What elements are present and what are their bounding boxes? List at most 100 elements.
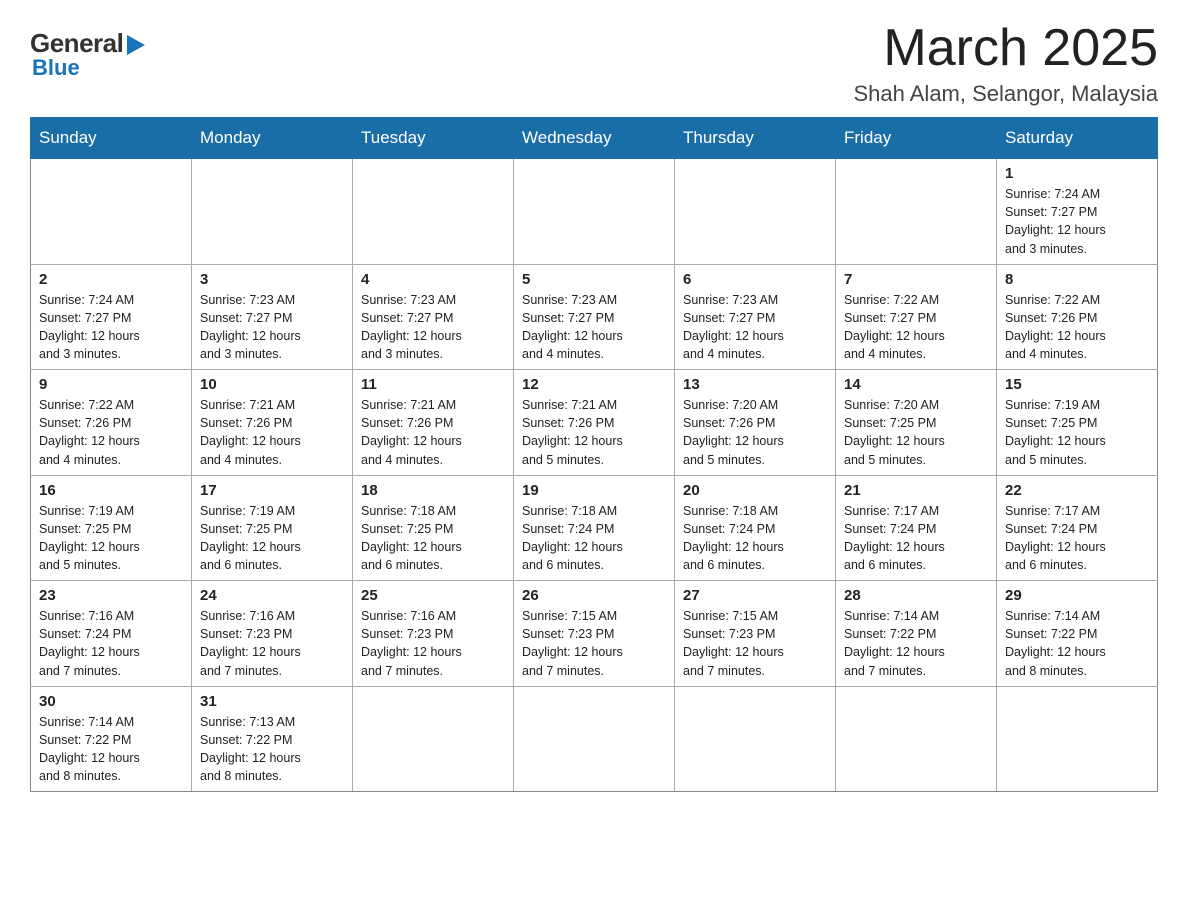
calendar-week-row: 9 Sunrise: 7:22 AMSunset: 7:26 PMDaylight… (31, 370, 1158, 476)
day-info: Sunrise: 7:20 AMSunset: 7:25 PMDaylight:… (844, 396, 988, 469)
day-info: Sunrise: 7:16 AMSunset: 7:23 PMDaylight:… (361, 607, 505, 680)
day-info: Sunrise: 7:21 AMSunset: 7:26 PMDaylight:… (522, 396, 666, 469)
calendar-cell: 18Sunrise: 7:18 AMSunset: 7:25 PMDayligh… (353, 475, 514, 581)
day-number: 24 (200, 587, 344, 604)
day-info: Sunrise: 7:16 AMSunset: 7:23 PMDaylight:… (200, 607, 344, 680)
day-number: 12 (522, 376, 666, 393)
calendar-cell: 9 Sunrise: 7:22 AMSunset: 7:26 PMDaylight… (31, 370, 192, 476)
day-info: Sunrise: 7:18 AMSunset: 7:25 PMDaylight:… (361, 502, 505, 575)
location-subtitle: Shah Alam, Selangor, Malaysia (853, 81, 1158, 107)
calendar-cell (353, 686, 514, 792)
calendar-cell (353, 159, 514, 265)
calendar-week-row: 2 Sunrise: 7:24 AMSunset: 7:27 PMDaylight… (31, 264, 1158, 370)
day-info: Sunrise: 7:14 AMSunset: 7:22 PMDaylight:… (844, 607, 988, 680)
calendar-cell (192, 159, 353, 265)
day-info: Sunrise: 7:14 AMSunset: 7:22 PMDaylight:… (1005, 607, 1149, 680)
day-number: 5 (522, 271, 666, 288)
day-number: 25 (361, 587, 505, 604)
calendar-cell (675, 159, 836, 265)
calendar-cell (31, 159, 192, 265)
weekday-header-wednesday: Wednesday (514, 118, 675, 159)
calendar-cell: 25 Sunrise: 7:16 AMSunset: 7:23 PMDayligh… (353, 581, 514, 687)
calendar-cell (836, 686, 997, 792)
day-number: 4 (361, 271, 505, 288)
calendar-cell: 24 Sunrise: 7:16 AMSunset: 7:23 PMDayligh… (192, 581, 353, 687)
calendar-week-row: 16 Sunrise: 7:19 AMSunset: 7:25 PMDayligh… (31, 475, 1158, 581)
day-info: Sunrise: 7:23 AMSunset: 7:27 PMDaylight:… (683, 291, 827, 364)
calendar-cell: 10Sunrise: 7:21 AMSunset: 7:26 PMDayligh… (192, 370, 353, 476)
calendar-cell: 8 Sunrise: 7:22 AMSunset: 7:26 PMDaylight… (997, 264, 1158, 370)
weekday-header-row: SundayMondayTuesdayWednesdayThursdayFrid… (31, 118, 1158, 159)
day-info: Sunrise: 7:18 AMSunset: 7:24 PMDaylight:… (683, 502, 827, 575)
calendar-cell (836, 159, 997, 265)
day-number: 6 (683, 271, 827, 288)
day-number: 31 (200, 693, 344, 710)
day-number: 7 (844, 271, 988, 288)
calendar-title: March 2025 (853, 20, 1158, 77)
calendar-cell: 13Sunrise: 7:20 AMSunset: 7:26 PMDayligh… (675, 370, 836, 476)
day-info: Sunrise: 7:14 AMSunset: 7:22 PMDaylight:… (39, 713, 183, 786)
day-number: 21 (844, 482, 988, 499)
day-info: Sunrise: 7:21 AMSunset: 7:26 PMDaylight:… (200, 396, 344, 469)
calendar-week-row: 23Sunrise: 7:16 AMSunset: 7:24 PMDayligh… (31, 581, 1158, 687)
day-number: 9 (39, 376, 183, 393)
calendar-cell: 22 Sunrise: 7:17 AMSunset: 7:24 PMDayligh… (997, 475, 1158, 581)
calendar-cell: 20Sunrise: 7:18 AMSunset: 7:24 PMDayligh… (675, 475, 836, 581)
calendar-cell: 17 Sunrise: 7:19 AMSunset: 7:25 PMDayligh… (192, 475, 353, 581)
day-info: Sunrise: 7:24 AMSunset: 7:27 PMDaylight:… (1005, 185, 1149, 258)
logo-triangle-icon (127, 35, 145, 55)
weekday-header-thursday: Thursday (675, 118, 836, 159)
calendar-cell: 27Sunrise: 7:15 AMSunset: 7:23 PMDayligh… (675, 581, 836, 687)
calendar-cell: 6 Sunrise: 7:23 AMSunset: 7:27 PMDaylight… (675, 264, 836, 370)
calendar-week-row: 1 Sunrise: 7:24 AMSunset: 7:27 PMDaylight… (31, 159, 1158, 265)
day-number: 3 (200, 271, 344, 288)
calendar-cell: 26 Sunrise: 7:15 AMSunset: 7:23 PMDayligh… (514, 581, 675, 687)
day-info: Sunrise: 7:23 AMSunset: 7:27 PMDaylight:… (200, 291, 344, 364)
day-number: 15 (1005, 376, 1149, 393)
calendar-cell: 11 Sunrise: 7:21 AMSunset: 7:26 PMDayligh… (353, 370, 514, 476)
day-number: 17 (200, 482, 344, 499)
logo-blue-text: Blue (32, 55, 80, 81)
calendar-cell: 3 Sunrise: 7:23 AMSunset: 7:27 PMDaylight… (192, 264, 353, 370)
calendar-cell: 12 Sunrise: 7:21 AMSunset: 7:26 PMDayligh… (514, 370, 675, 476)
calendar-cell: 14Sunrise: 7:20 AMSunset: 7:25 PMDayligh… (836, 370, 997, 476)
weekday-header-tuesday: Tuesday (353, 118, 514, 159)
day-info: Sunrise: 7:23 AMSunset: 7:27 PMDaylight:… (522, 291, 666, 364)
day-info: Sunrise: 7:18 AMSunset: 7:24 PMDaylight:… (522, 502, 666, 575)
day-number: 27 (683, 587, 827, 604)
calendar-week-row: 30 Sunrise: 7:14 AMSunset: 7:22 PMDayligh… (31, 686, 1158, 792)
day-number: 16 (39, 482, 183, 499)
day-info: Sunrise: 7:22 AMSunset: 7:26 PMDaylight:… (1005, 291, 1149, 364)
page-header: General Blue March 2025 Shah Alam, Selan… (30, 20, 1158, 107)
day-info: Sunrise: 7:21 AMSunset: 7:26 PMDaylight:… (361, 396, 505, 469)
day-info: Sunrise: 7:15 AMSunset: 7:23 PMDaylight:… (522, 607, 666, 680)
day-number: 11 (361, 376, 505, 393)
calendar-cell: 30 Sunrise: 7:14 AMSunset: 7:22 PMDayligh… (31, 686, 192, 792)
weekday-header-saturday: Saturday (997, 118, 1158, 159)
weekday-header-friday: Friday (836, 118, 997, 159)
calendar-cell: 31 Sunrise: 7:13 AMSunset: 7:22 PMDayligh… (192, 686, 353, 792)
day-info: Sunrise: 7:17 AMSunset: 7:24 PMDaylight:… (1005, 502, 1149, 575)
day-number: 8 (1005, 271, 1149, 288)
day-number: 1 (1005, 165, 1149, 182)
calendar-cell: 19Sunrise: 7:18 AMSunset: 7:24 PMDayligh… (514, 475, 675, 581)
day-info: Sunrise: 7:19 AMSunset: 7:25 PMDaylight:… (1005, 396, 1149, 469)
calendar-cell: 28Sunrise: 7:14 AMSunset: 7:22 PMDayligh… (836, 581, 997, 687)
day-info: Sunrise: 7:24 AMSunset: 7:27 PMDaylight:… (39, 291, 183, 364)
calendar-cell: 2 Sunrise: 7:24 AMSunset: 7:27 PMDaylight… (31, 264, 192, 370)
day-number: 23 (39, 587, 183, 604)
calendar-cell: 4 Sunrise: 7:23 AMSunset: 7:27 PMDaylight… (353, 264, 514, 370)
day-number: 2 (39, 271, 183, 288)
day-number: 30 (39, 693, 183, 710)
calendar-cell (997, 686, 1158, 792)
day-number: 22 (1005, 482, 1149, 499)
day-info: Sunrise: 7:13 AMSunset: 7:22 PMDaylight:… (200, 713, 344, 786)
day-number: 26 (522, 587, 666, 604)
day-info: Sunrise: 7:17 AMSunset: 7:24 PMDaylight:… (844, 502, 988, 575)
day-info: Sunrise: 7:23 AMSunset: 7:27 PMDaylight:… (361, 291, 505, 364)
calendar-cell (675, 686, 836, 792)
day-info: Sunrise: 7:22 AMSunset: 7:26 PMDaylight:… (39, 396, 183, 469)
day-info: Sunrise: 7:20 AMSunset: 7:26 PMDaylight:… (683, 396, 827, 469)
calendar-cell: 29Sunrise: 7:14 AMSunset: 7:22 PMDayligh… (997, 581, 1158, 687)
day-info: Sunrise: 7:19 AMSunset: 7:25 PMDaylight:… (200, 502, 344, 575)
